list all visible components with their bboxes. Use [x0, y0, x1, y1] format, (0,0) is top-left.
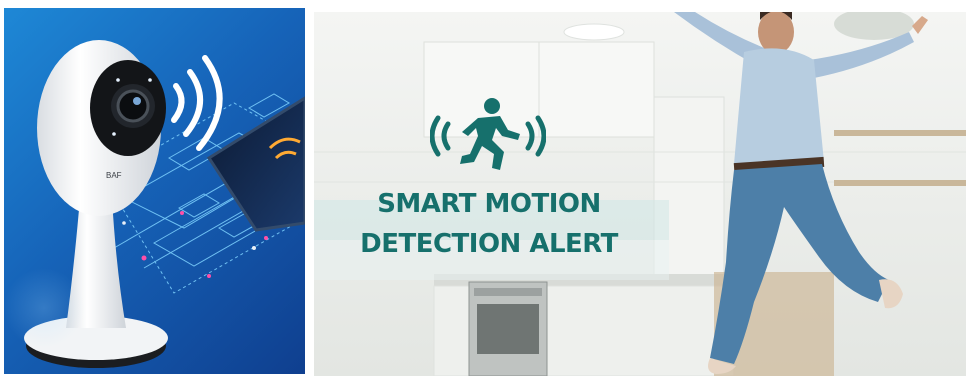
camera-product-image: BAF [4, 8, 305, 374]
wifi-signal-icon [171, 55, 223, 151]
camera-illustration: BAF [4, 40, 305, 368]
banner: BAF SMART MOTION DETECTION ALERT [0, 0, 966, 378]
motion-alert-headline: SMART MOTION DETECTION ALERT [314, 184, 664, 264]
headline-line-2: DETECTION ALERT [360, 229, 618, 259]
motion-detection-image: SMART MOTION DETECTION ALERT [314, 12, 966, 376]
smartphone [206, 96, 305, 232]
headline-line-1: SMART MOTION [377, 189, 601, 219]
camera-brand-label: BAF [106, 171, 122, 180]
running-person-motion-icon [430, 98, 546, 170]
